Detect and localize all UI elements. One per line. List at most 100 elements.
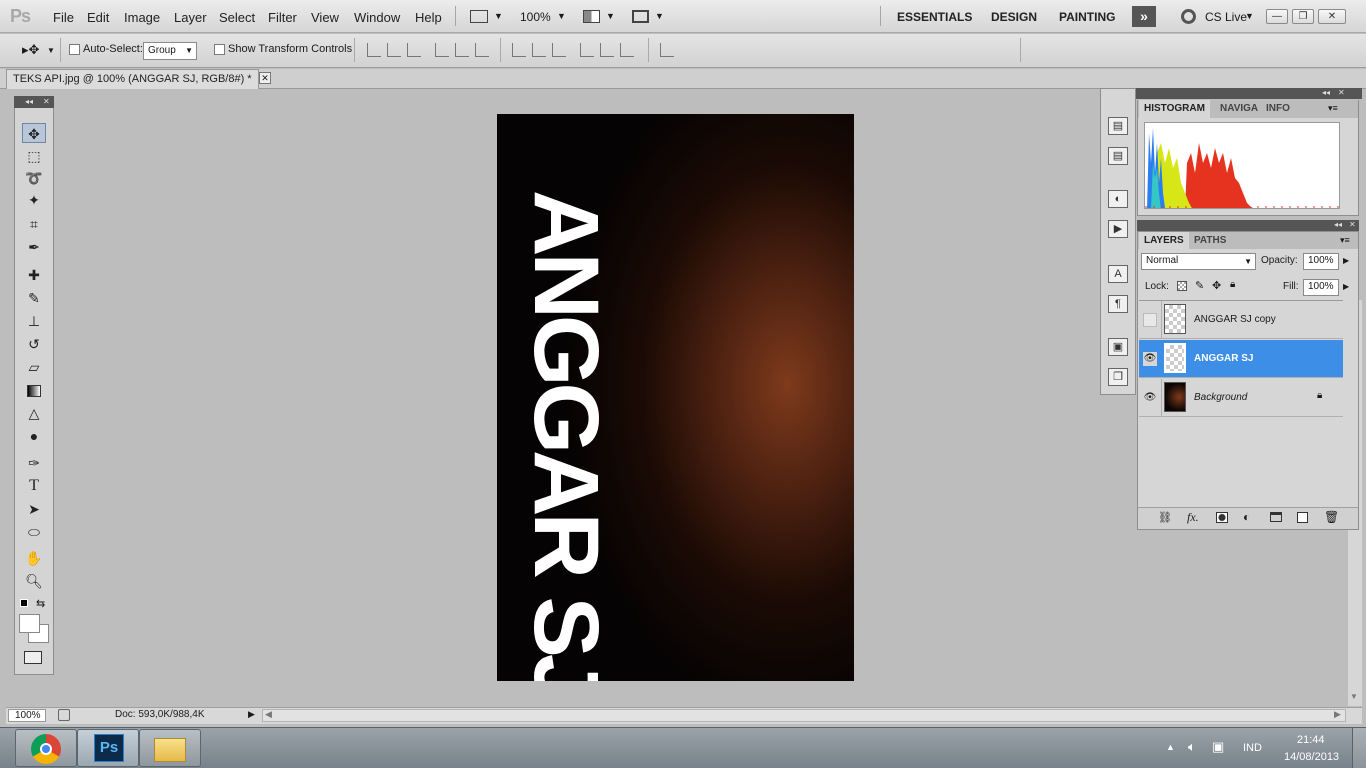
chevron-down-icon[interactable]: ▼ xyxy=(557,11,566,21)
layer-style-icon[interactable]: fx. xyxy=(1187,510,1199,525)
distribute-top-icon[interactable] xyxy=(512,43,526,57)
status-menu-arrow-icon[interactable]: ▶ xyxy=(248,709,255,720)
taskbar-photoshop[interactable]: Ps xyxy=(77,729,139,767)
tab-info[interactable]: INFO xyxy=(1261,100,1295,118)
menu-window[interactable]: Window xyxy=(354,10,400,25)
fill-input[interactable]: 100% xyxy=(1303,279,1339,296)
lock-transparent-pixels-icon[interactable] xyxy=(1177,281,1187,291)
hand-tool-icon[interactable]: ✋ xyxy=(22,548,46,568)
document-tab[interactable]: TEKS API.jpg @ 100% (ANGGAR SJ, RGB/8#) … xyxy=(6,69,259,89)
restore-button[interactable]: ❐ xyxy=(1292,9,1314,24)
rectangular-marquee-tool-icon[interactable]: ⬚ xyxy=(22,146,46,166)
adjustments-panel-icon[interactable]: ◐ xyxy=(1108,190,1128,208)
fill-slider-arrow-icon[interactable]: ▶ xyxy=(1343,282,1349,291)
workspace-essentials[interactable]: ESSENTIALS xyxy=(897,10,972,24)
workspace-painting[interactable]: PAINTING xyxy=(1059,10,1115,24)
gradient-tool-icon[interactable] xyxy=(22,380,46,400)
ellipse-tool-icon[interactable]: ⬭ xyxy=(22,522,46,542)
align-horizontal-center-icon[interactable] xyxy=(455,43,469,57)
distribute-right-icon[interactable] xyxy=(620,43,634,57)
align-right-icon[interactable] xyxy=(475,43,489,57)
add-mask-icon[interactable] xyxy=(1216,512,1228,523)
opacity-slider-arrow-icon[interactable]: ▶ xyxy=(1343,256,1349,265)
document-canvas[interactable]: ANGGAR SJ xyxy=(497,114,854,681)
menu-edit[interactable]: Edit xyxy=(87,10,109,25)
paragraph-panel-icon[interactable]: ¶ xyxy=(1108,295,1128,313)
auto-align-layers-icon[interactable] xyxy=(660,43,674,57)
align-vertical-center-icon[interactable] xyxy=(387,43,401,57)
close-tab-icon[interactable]: ✕ xyxy=(259,72,271,84)
chevron-down-icon[interactable]: ▼ xyxy=(494,11,503,21)
layer-comps-panel-icon[interactable]: ▣ xyxy=(1108,338,1128,356)
visibility-toggle-off[interactable] xyxy=(1143,313,1157,327)
distribute-left-icon[interactable] xyxy=(580,43,594,57)
move-tool-icon[interactable]: ✥ xyxy=(22,123,46,143)
screen-mode-icon[interactable] xyxy=(632,10,649,23)
network-icon[interactable]: ▣ xyxy=(1212,739,1224,755)
eye-icon[interactable]: 👁︎ xyxy=(1143,352,1157,366)
auto-select-checkbox[interactable] xyxy=(69,44,80,55)
layer-row-background[interactable]: 👁︎ Background 🔒︎ xyxy=(1139,379,1343,417)
layer-row-anggar-sj[interactable]: 👁︎ ANGGAR SJ xyxy=(1139,340,1343,378)
new-group-icon[interactable] xyxy=(1270,512,1282,522)
close-panel-icon[interactable]: ✕ xyxy=(1338,88,1345,97)
show-transform-checkbox[interactable] xyxy=(214,44,225,55)
menu-select[interactable]: Select xyxy=(219,10,255,25)
default-colors-icon[interactable] xyxy=(20,599,28,607)
quick-mask-icon[interactable] xyxy=(24,651,42,664)
show-desktop-button[interactable] xyxy=(1352,728,1366,768)
blur-tool-icon[interactable]: △ xyxy=(22,403,46,423)
minimize-button[interactable]: — xyxy=(1266,9,1288,24)
clone-stamp-tool-icon[interactable]: ⊥ xyxy=(22,311,46,331)
layers-panel-header[interactable] xyxy=(1137,220,1359,231)
language-indicator[interactable]: IND xyxy=(1243,742,1262,754)
quick-selection-tool-icon[interactable]: ✦ xyxy=(22,190,46,210)
menu-view[interactable]: View xyxy=(311,10,339,25)
adjustment-layer-icon[interactable]: ◐ xyxy=(1243,510,1250,524)
link-layers-icon[interactable]: ⛓︎ xyxy=(1158,511,1172,524)
lasso-tool-icon[interactable]: ➰ xyxy=(22,168,46,188)
new-layer-icon[interactable] xyxy=(1297,512,1308,523)
lock-position-icon[interactable]: ✥ xyxy=(1212,279,1221,292)
volume-icon[interactable]: 🔈︎ xyxy=(1188,739,1196,755)
menu-filter[interactable]: Filter xyxy=(268,10,297,25)
type-tool-icon[interactable]: T xyxy=(22,476,46,496)
distribute-horizontal-center-icon[interactable] xyxy=(600,43,614,57)
dodge-tool-icon[interactable]: ● xyxy=(22,426,46,446)
panel-menu-icon[interactable]: ▾≡ xyxy=(1340,235,1350,246)
history-brush-tool-icon[interactable]: ↺ xyxy=(22,334,46,354)
cs-live-icon[interactable] xyxy=(1181,9,1196,24)
collapse-panel-icon[interactable]: ◂◂ xyxy=(25,97,33,106)
lock-all-icon[interactable]: 🔒︎ xyxy=(1230,279,1235,290)
horizontal-scrollbar[interactable] xyxy=(262,709,1346,722)
zoom-level-select[interactable]: 100% xyxy=(520,10,551,24)
arrange-documents-icon[interactable] xyxy=(583,10,600,23)
delete-layer-icon[interactable]: 🗑︎ xyxy=(1324,510,1339,524)
eye-icon[interactable]: 👁︎ xyxy=(1143,391,1157,405)
menu-layer[interactable]: Layer xyxy=(174,10,207,25)
clone-source-panel-icon[interactable]: ❐ xyxy=(1108,368,1128,386)
taskbar-chrome[interactable] xyxy=(15,729,77,767)
history-panel-icon[interactable]: ▤ xyxy=(1108,117,1128,135)
bridge-icon[interactable] xyxy=(470,10,488,23)
foreground-color-swatch[interactable] xyxy=(19,614,40,633)
zoom-tool-icon[interactable]: 🔍︎ xyxy=(22,571,46,591)
chevron-down-icon[interactable]: ▼ xyxy=(606,11,615,21)
status-zoom-field[interactable]: 100% xyxy=(8,709,46,722)
eyedropper-tool-icon[interactable]: ✒ xyxy=(22,237,46,257)
actions-panel-icon[interactable]: ▤ xyxy=(1108,147,1128,165)
tab-navigator[interactable]: NAVIGA xyxy=(1215,100,1263,118)
panel-menu-icon[interactable]: ▾≡ xyxy=(1328,103,1338,114)
more-workspaces-icon[interactable]: » xyxy=(1132,6,1156,27)
tab-histogram[interactable]: HISTOGRAM xyxy=(1139,100,1210,118)
eraser-tool-icon[interactable]: ▱ xyxy=(22,357,46,377)
menu-image[interactable]: Image xyxy=(124,10,160,25)
character-panel-icon[interactable]: A xyxy=(1108,265,1128,283)
move-tool-preset-icon[interactable]: ▸✥ xyxy=(22,42,39,58)
close-panel-icon[interactable]: ✕ xyxy=(43,97,50,106)
collapse-panel-icon[interactable]: ◂◂ xyxy=(1334,220,1342,229)
auto-select-dropdown[interactable]: Group ▼ xyxy=(143,42,197,60)
chevron-down-icon[interactable]: ▼ xyxy=(655,11,664,21)
align-top-icon[interactable] xyxy=(367,43,381,57)
scroll-down-icon[interactable]: ▼ xyxy=(1350,692,1358,701)
